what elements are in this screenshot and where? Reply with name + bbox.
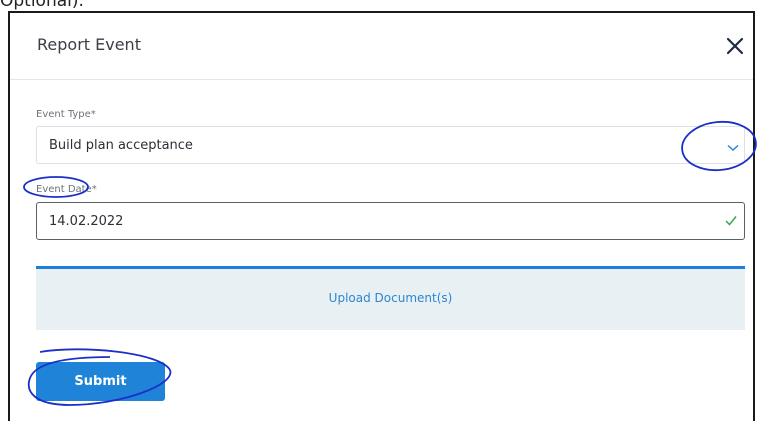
event-type-label: Event Type* xyxy=(36,109,96,120)
event-date-value: 14.02.2022 xyxy=(49,214,124,229)
submit-button[interactable]: Submit xyxy=(36,362,165,401)
upload-document-area[interactable]: Upload Document(s) xyxy=(36,266,745,330)
event-type-select[interactable]: Build plan acceptance xyxy=(36,126,745,164)
upload-document-link[interactable]: Upload Document(s) xyxy=(36,291,745,305)
event-date-field[interactable]: 14.02.2022 xyxy=(36,202,745,240)
event-date-label: Event Date* xyxy=(36,184,97,195)
close-icon[interactable] xyxy=(726,37,744,55)
background-text: Optional). xyxy=(0,0,84,11)
event-type-value: Build plan acceptance xyxy=(49,138,193,153)
dialog-header: Report Event xyxy=(10,13,753,80)
chevron-down-icon[interactable] xyxy=(727,141,739,152)
report-event-dialog: Report Event Event Type* Build plan acce… xyxy=(8,11,755,421)
dialog-title: Report Event xyxy=(37,35,141,54)
check-icon xyxy=(725,215,737,226)
